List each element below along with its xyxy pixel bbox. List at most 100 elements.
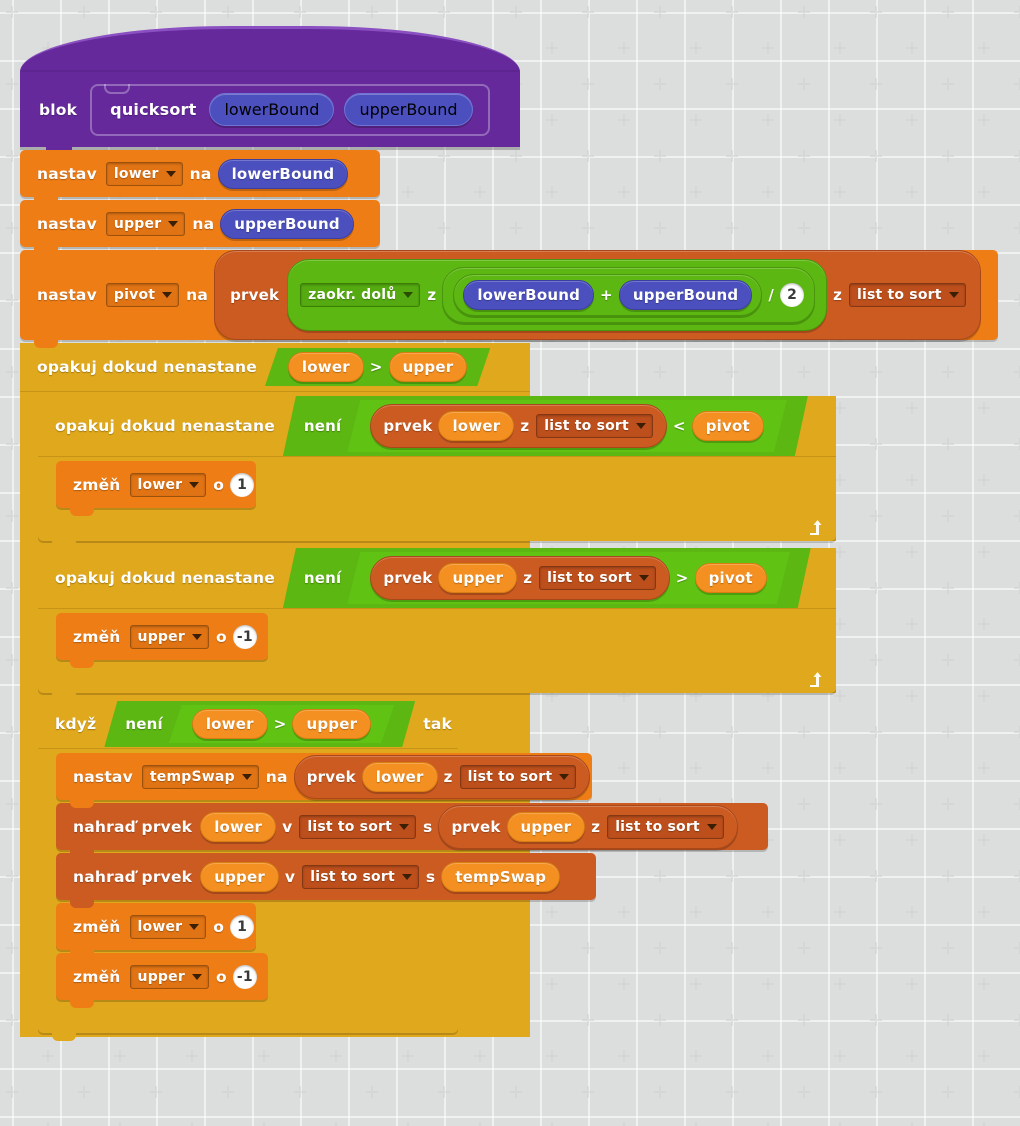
repeat-until-upper-block[interactable]: opakuj dokud nenastane není prvek upper … xyxy=(38,548,836,701)
reporter-lowerbound[interactable]: lowerBound xyxy=(463,280,595,310)
reporter-lower[interactable]: lower xyxy=(192,709,268,739)
division-operator[interactable]: lowerBound + upperBound / 2 xyxy=(442,267,816,323)
set-pivot-block[interactable]: nastav pivot na prvek zaokr. dolů z lowe… xyxy=(20,250,998,348)
to-label: na xyxy=(186,286,209,304)
reporter-lowerbound[interactable]: lowerBound xyxy=(217,158,349,189)
round-down-operator[interactable]: zaokr. dolů z lowerBound + upperBound / … xyxy=(287,259,828,331)
if-then-body[interactable]: nastav tempSwap na prvek lower z list to… xyxy=(56,748,768,1008)
repeat-until-upper-body[interactable]: změň upper o -1 xyxy=(56,608,268,668)
item-of-list-reporter[interactable]: prvek upper z list to sort xyxy=(370,556,669,600)
item-of-list-reporter[interactable]: prvek upper z list to sort xyxy=(438,804,738,849)
variable-dropdown-pivot[interactable]: pivot xyxy=(105,283,180,307)
reporter-upper[interactable]: upper xyxy=(506,811,586,842)
list-dropdown[interactable]: list to sort xyxy=(607,814,724,839)
divisor-input[interactable]: 2 xyxy=(780,283,805,307)
reporter-upper[interactable]: upper xyxy=(292,709,371,739)
variable-dropdown-upper[interactable]: upper xyxy=(129,624,209,649)
repeat-until-upper-header[interactable]: opakuj dokud nenastane není prvek upper … xyxy=(38,548,836,608)
custom-block-prototype[interactable]: quicksort lowerBound upperBound xyxy=(90,83,490,136)
change-upper-block-2[interactable]: změň upper o -1 xyxy=(56,953,268,1008)
chevron-down-icon xyxy=(706,823,717,830)
greater-than-operator[interactable]: lower > upper xyxy=(169,705,394,743)
define-hat-block[interactable]: blok quicksort lowerBound upperBound xyxy=(20,26,520,147)
reporter-upper[interactable]: upper xyxy=(200,861,279,892)
greater-than-operator[interactable]: prvek upper z list to sort > pivot xyxy=(347,552,789,604)
gt-label: > xyxy=(273,715,287,733)
greater-than-operator[interactable]: lower > upper xyxy=(265,348,490,386)
from-label: z xyxy=(520,417,530,435)
reporter-lower[interactable]: lower xyxy=(438,411,514,441)
reporter-upperbound[interactable]: upperBound xyxy=(618,280,753,310)
repeat-until-lower-body[interactable]: změň lower o 1 xyxy=(56,456,256,516)
repeat-until-outer-body[interactable]: opakuj dokud nenastane není prvek lower … xyxy=(38,391,836,1041)
repeat-until-lower-block[interactable]: opakuj dokud nenastane není prvek lower … xyxy=(38,396,836,549)
from-label: z xyxy=(833,286,842,304)
variable-dropdown-lower[interactable]: lower xyxy=(129,914,207,939)
set-tempswap-block[interactable]: nastav tempSwap na prvek lower z list to… xyxy=(56,753,592,808)
reporter-lower[interactable]: lower xyxy=(361,761,438,792)
to-label: na xyxy=(265,767,288,786)
param-upperbound[interactable]: upperBound xyxy=(344,93,473,126)
list-dropdown[interactable]: list to sort xyxy=(299,814,417,839)
reporter-upperbound[interactable]: upperBound xyxy=(220,208,354,239)
replace-upper-block[interactable]: nahraď prvek upper v list to sort s temp… xyxy=(56,853,596,908)
variable-dropdown-tempswap[interactable]: tempSwap xyxy=(141,764,259,789)
variable-dropdown-lower[interactable]: lower xyxy=(129,472,207,497)
from-label: z xyxy=(591,817,601,836)
change-amount-input[interactable]: 1 xyxy=(230,472,255,497)
repeat-until-outer-block[interactable]: opakuj dokud nenastane lower > upper opa… xyxy=(20,343,836,1041)
item-of-list-reporter[interactable]: prvek lower z list to sort xyxy=(293,754,591,799)
quicksort-script[interactable]: blok quicksort lowerBound upperBound nas… xyxy=(20,26,998,1041)
list-dropdown[interactable]: list to sort xyxy=(302,864,419,889)
reporter-upper[interactable]: upper xyxy=(438,563,517,593)
dropdown-value: upper xyxy=(137,968,185,985)
item-of-list-reporter[interactable]: prvek zaokr. dolů z lowerBound + upperBo… xyxy=(214,250,981,340)
item-keyword-label: prvek xyxy=(230,286,280,304)
change-lower-block-2[interactable]: změň lower o 1 xyxy=(56,903,256,958)
set-keyword-label: nastav xyxy=(37,214,97,233)
divide-label: / xyxy=(768,286,775,304)
list-dropdown[interactable]: list to sort xyxy=(539,566,656,590)
change-keyword-label: změň xyxy=(73,475,121,494)
variable-dropdown-upper[interactable]: upper xyxy=(105,211,186,236)
hat-body[interactable]: blok quicksort lowerBound upperBound xyxy=(20,72,520,147)
not-operator[interactable]: není prvek lower z list to sort < pivot xyxy=(283,396,808,456)
not-operator[interactable]: není lower > upper xyxy=(104,701,415,747)
reporter-upper[interactable]: upper xyxy=(389,352,468,382)
reporter-pivot[interactable]: pivot xyxy=(695,563,767,593)
round-mode-dropdown[interactable]: zaokr. dolů xyxy=(300,283,421,307)
chevron-down-icon xyxy=(162,292,173,298)
reporter-lower[interactable]: lower xyxy=(288,352,364,382)
change-amount-input[interactable]: 1 xyxy=(230,914,255,939)
not-label: není xyxy=(303,569,342,587)
change-amount-input[interactable]: -1 xyxy=(232,624,257,649)
if-then-block[interactable]: když není lower > upper tak nastav tempS… xyxy=(38,700,768,1041)
param-lowerbound[interactable]: lowerBound xyxy=(209,93,335,126)
replace-lower-block[interactable]: nahraď prvek lower v list to sort s prve… xyxy=(56,803,768,858)
set-lower-block[interactable]: nastav lower na lowerBound xyxy=(20,150,380,205)
variable-dropdown-upper[interactable]: upper xyxy=(129,964,209,989)
list-dropdown[interactable]: list to sort xyxy=(459,764,577,789)
reporter-tempswap[interactable]: tempSwap xyxy=(441,861,561,892)
reporter-lower[interactable]: lower xyxy=(200,811,277,842)
list-dropdown[interactable]: list to sort xyxy=(849,283,966,307)
gt-label: > xyxy=(675,569,689,587)
repeat-until-keyword-label: opakuj dokud nenastane xyxy=(55,569,275,587)
set-upper-block[interactable]: nastav upper na upperBound xyxy=(20,200,380,255)
repeat-until-outer-header[interactable]: opakuj dokud nenastane lower > upper xyxy=(20,343,530,391)
reporter-pivot[interactable]: pivot xyxy=(692,411,764,441)
if-then-header[interactable]: když není lower > upper tak xyxy=(38,700,458,748)
chevron-down-icon xyxy=(168,220,179,227)
if-then-footer xyxy=(38,1007,458,1041)
less-than-operator[interactable]: prvek lower z list to sort < pivot xyxy=(347,400,786,452)
item-of-list-reporter[interactable]: prvek lower z list to sort xyxy=(370,404,667,448)
list-dropdown[interactable]: list to sort xyxy=(536,414,653,438)
change-upper-block[interactable]: změň upper o -1 xyxy=(56,613,268,668)
change-amount-input[interactable]: -1 xyxy=(232,964,257,989)
variable-dropdown-lower[interactable]: lower xyxy=(105,161,183,186)
addition-operator[interactable]: lowerBound + upperBound xyxy=(453,274,763,316)
change-lower-block[interactable]: změň lower o 1 xyxy=(56,461,256,516)
from-label: z xyxy=(443,767,453,786)
repeat-until-lower-header[interactable]: opakuj dokud nenastane není prvek lower … xyxy=(38,396,836,456)
not-operator[interactable]: není prvek upper z list to sort > pivot xyxy=(283,548,811,608)
